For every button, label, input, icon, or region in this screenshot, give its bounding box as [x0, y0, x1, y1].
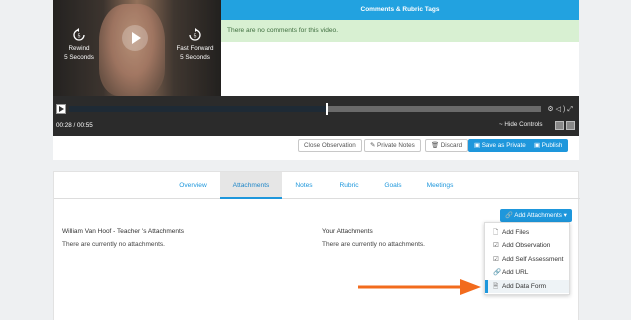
tab-meetings[interactable]: Meetings	[416, 172, 464, 199]
menu-item-label: Add Observation	[502, 242, 551, 249]
volume-icon[interactable]: ◁)	[556, 106, 568, 113]
tab-overview[interactable]: Overview	[166, 172, 220, 199]
file-icon: 🗋	[493, 229, 499, 236]
teacher-attachments-title: William Van Hoof - Teacher 's Attachment…	[62, 228, 185, 235]
discard-button[interactable]: 🗑 Discard	[425, 139, 469, 152]
discard-label: Discard	[440, 142, 463, 149]
chevron-down-icon: ▾	[561, 212, 567, 219]
menu-item-add-url[interactable]: 🔗Add URL	[485, 266, 569, 279]
menu-item-add-observation[interactable]: ☑ Add Observation	[485, 239, 569, 252]
teacher-attachments-empty: There are currently no attachments.	[62, 241, 165, 248]
menu-item-add-files[interactable]: 🗋 Add Files	[485, 226, 569, 239]
video-progress-fill	[69, 106, 327, 112]
add-attachments-button[interactable]: 🔗 Add Attachments ▾	[500, 209, 572, 222]
add-attachments-label: Add Attachments	[514, 212, 562, 219]
private-notes-button[interactable]: ✎ Private Notes	[364, 139, 421, 152]
menu-item-add-self-assessment[interactable]: ☑ Add Self Assessment	[485, 253, 569, 266]
tab-bar: Overview Attachments Notes Rubric Goals …	[54, 172, 580, 199]
tab-attachments[interactable]: Attachments	[220, 172, 282, 199]
checkbox-icon: ☑	[493, 242, 499, 249]
publish-button[interactable]: ▣ Publish	[528, 139, 569, 152]
fast-forward-seconds: 5 Seconds	[180, 54, 210, 61]
annotation-arrow-icon	[358, 279, 481, 295]
pencil-icon: ✎	[370, 142, 378, 149]
fast-forward-icon: 5	[189, 28, 201, 41]
screen-small-icon[interactable]	[555, 121, 564, 130]
video-controls-bar: ⚙◁)⤢	[53, 103, 579, 115]
video-frame[interactable]: 5 Rewind 5 Seconds 5 Fast Forward 5 Seco…	[53, 0, 221, 96]
private-notes-label: Private Notes	[377, 142, 415, 149]
hide-controls-link[interactable]: ~ Hide Controls	[499, 121, 543, 128]
tab-goals[interactable]: Goals	[377, 172, 409, 199]
save-private-label: Save as Private	[481, 142, 526, 149]
link-icon: 🔗	[505, 212, 515, 219]
tab-notes[interactable]: Notes	[287, 172, 321, 199]
menu-item-label: Add Self Assessment	[502, 256, 564, 263]
close-observation-label: Close Observation	[304, 142, 356, 149]
fast-forward-button[interactable]: 5 Fast Forward 5 Seconds	[171, 28, 219, 62]
screen-large-icon[interactable]	[566, 121, 575, 130]
video-time: 00:28 / 00:55	[56, 122, 93, 129]
rewind-icon: 5	[73, 28, 85, 41]
save-private-button[interactable]: ▣ Save as Private	[468, 139, 532, 152]
video-progress-track[interactable]	[69, 103, 541, 115]
add-attachments-menu: 🗋 Add Files ☑ Add Observation ☑ Add Self As…	[484, 222, 570, 295]
rewind-label: Rewind	[68, 45, 90, 52]
menu-item-add-data-form[interactable]: 🗎 Add Data Form	[485, 280, 569, 293]
play-small-button[interactable]	[56, 104, 66, 114]
menu-item-label: Add URL	[502, 269, 529, 276]
observation-action-bar: Close Observation ✎ Private Notes 🗑 Disc…	[53, 136, 579, 160]
svg-text:5: 5	[78, 34, 81, 40]
close-observation-button[interactable]: Close Observation	[298, 139, 362, 152]
menu-item-label: Add Data Form	[502, 283, 547, 290]
settings-icon[interactable]: ⚙	[547, 106, 555, 113]
comments-panel: Comments & Rubric Tags There are no comm…	[221, 0, 579, 96]
form-icon: 🗎	[493, 283, 499, 290]
trash-icon: 🗑	[431, 142, 441, 149]
publish-label: Publish	[541, 142, 563, 149]
link-icon: 🔗	[493, 269, 502, 276]
fullscreen-icon[interactable]: ⤢	[567, 106, 575, 113]
svg-text:5: 5	[194, 34, 197, 40]
video-progress-handle[interactable]	[326, 103, 329, 115]
fast-forward-label: Fast Forward	[176, 45, 214, 52]
publish-icon: ▣	[534, 142, 542, 149]
comments-empty-message: There are no comments for this video.	[221, 20, 579, 42]
play-small-icon	[59, 106, 64, 112]
play-icon[interactable]	[121, 24, 149, 52]
rewind-seconds: 5 Seconds	[64, 54, 94, 61]
rewind-button[interactable]: 5 Rewind 5 Seconds	[55, 28, 103, 62]
your-attachments-empty: There are currently no attachments.	[322, 241, 425, 248]
player-settings-icons: ⚙◁)⤢	[547, 105, 575, 114]
tab-rubric[interactable]: Rubric	[330, 172, 368, 199]
menu-item-label: Add Files	[502, 229, 530, 236]
save-icon: ▣	[474, 142, 482, 149]
video-player-card: 5 Rewind 5 Seconds 5 Fast Forward 5 Seco…	[53, 0, 579, 136]
checkbox-icon: ☑	[493, 256, 499, 263]
comments-header: Comments & Rubric Tags	[221, 0, 579, 20]
your-attachments-title: Your Attachments	[322, 228, 373, 235]
